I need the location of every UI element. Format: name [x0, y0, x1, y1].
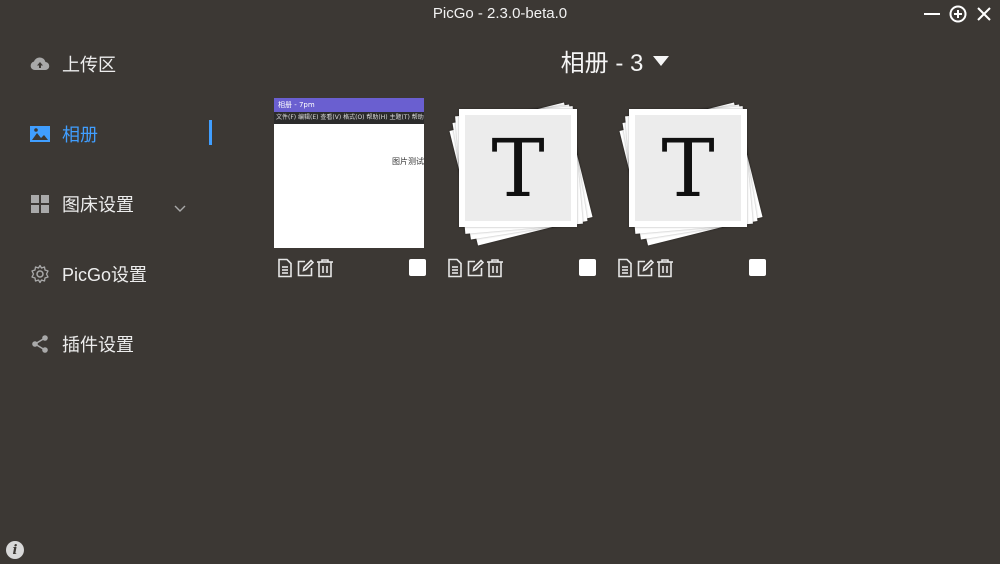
image-thumbnail[interactable]: T: [614, 98, 764, 248]
item-toolbar: [616, 258, 766, 280]
edit-icon: [637, 259, 655, 277]
sidebar-item-gallery[interactable]: 相册: [30, 119, 220, 149]
gear-icon: [30, 264, 50, 284]
sidebar-item-label: 插件设置: [62, 335, 134, 355]
thumbnail-glyph: T: [635, 115, 741, 221]
cloud-upload-icon: [30, 54, 50, 74]
active-indicator: [209, 120, 212, 145]
minimize-button[interactable]: [922, 4, 942, 24]
sidebar-item-picgo-settings[interactable]: PicGo设置: [30, 259, 220, 289]
copy-link-button[interactable]: [446, 258, 464, 278]
gallery-item: T: [614, 98, 766, 278]
document-icon: [278, 258, 292, 278]
copy-link-button[interactable]: [616, 258, 634, 278]
trash-icon: [317, 259, 333, 278]
title-bar: PicGo - 2.3.0-beta.0: [0, 0, 1000, 28]
preview-content-text: 图片测试: [392, 157, 424, 166]
preview-titlebar: 相册 - 7pm: [274, 98, 424, 112]
window-title: PicGo - 2.3.0-beta.0: [432, 5, 568, 22]
trash-icon: [657, 259, 673, 278]
delete-button[interactable]: [656, 258, 674, 278]
image-thumbnail[interactable]: 相册 - 7pm 文件(F) 编辑(E) 查看(V) 格式(O) 帮助(H) 主…: [274, 98, 424, 248]
sidebar-item-label: PicGo设置: [62, 265, 148, 285]
text-file-icon: T: [444, 98, 594, 248]
copy-link-button[interactable]: [276, 258, 294, 278]
sidebar-item-label: 上传区: [62, 55, 116, 75]
maximize-button[interactable]: [948, 4, 968, 24]
text-file-icon: T: [614, 98, 764, 248]
select-checkbox[interactable]: [749, 259, 766, 276]
document-icon: [618, 258, 632, 278]
info-icon[interactable]: i: [6, 541, 24, 559]
item-toolbar: [276, 258, 426, 280]
edit-button[interactable]: [466, 258, 485, 278]
preview-menubar: 文件(F) 编辑(E) 查看(V) 格式(O) 帮助(H) 主题(T) 帮助(H…: [274, 112, 424, 124]
edit-button[interactable]: [636, 258, 655, 278]
gallery-header[interactable]: 相册 - 3: [230, 43, 1000, 78]
image-thumbnail[interactable]: T: [444, 98, 594, 248]
item-toolbar: [446, 258, 596, 280]
delete-button[interactable]: [486, 258, 504, 278]
sidebar-item-label: 图床设置: [62, 195, 134, 215]
document-icon: [448, 258, 462, 278]
gallery-title: 相册 - 3: [560, 50, 644, 77]
sidebar-item-label: 相册: [62, 125, 98, 145]
sidebar-item-picbed-settings[interactable]: 图床设置: [30, 189, 220, 219]
grid-icon: [30, 194, 50, 214]
thumbnail-glyph: T: [465, 115, 571, 221]
trash-icon: [487, 259, 503, 278]
delete-button[interactable]: [316, 258, 334, 278]
edit-icon: [297, 259, 315, 277]
select-checkbox[interactable]: [579, 259, 596, 276]
caret-down-icon: [653, 55, 670, 66]
image-icon: [30, 124, 50, 144]
plus-circle-icon: [949, 5, 967, 23]
sidebar-item-upload[interactable]: 上传区: [30, 49, 220, 79]
close-button[interactable]: [974, 4, 994, 24]
select-checkbox[interactable]: [409, 259, 426, 276]
edit-icon: [467, 259, 485, 277]
screenshot-preview: 相册 - 7pm 文件(F) 编辑(E) 查看(V) 格式(O) 帮助(H) 主…: [274, 98, 424, 248]
chevron-down-icon: [174, 197, 186, 218]
sidebar: 上传区 相册 图床设置 PicGo设置 插件设置: [0, 28, 230, 564]
close-icon: [977, 7, 991, 21]
sidebar-item-plugin-settings[interactable]: 插件设置: [30, 329, 220, 359]
gallery-item: T: [444, 98, 596, 278]
edit-button[interactable]: [296, 258, 315, 278]
window-controls: [922, 4, 994, 24]
gallery-item: 相册 - 7pm 文件(F) 编辑(E) 查看(V) 格式(O) 帮助(H) 主…: [274, 98, 426, 278]
minimize-icon: [924, 13, 940, 15]
share-icon: [30, 334, 50, 354]
